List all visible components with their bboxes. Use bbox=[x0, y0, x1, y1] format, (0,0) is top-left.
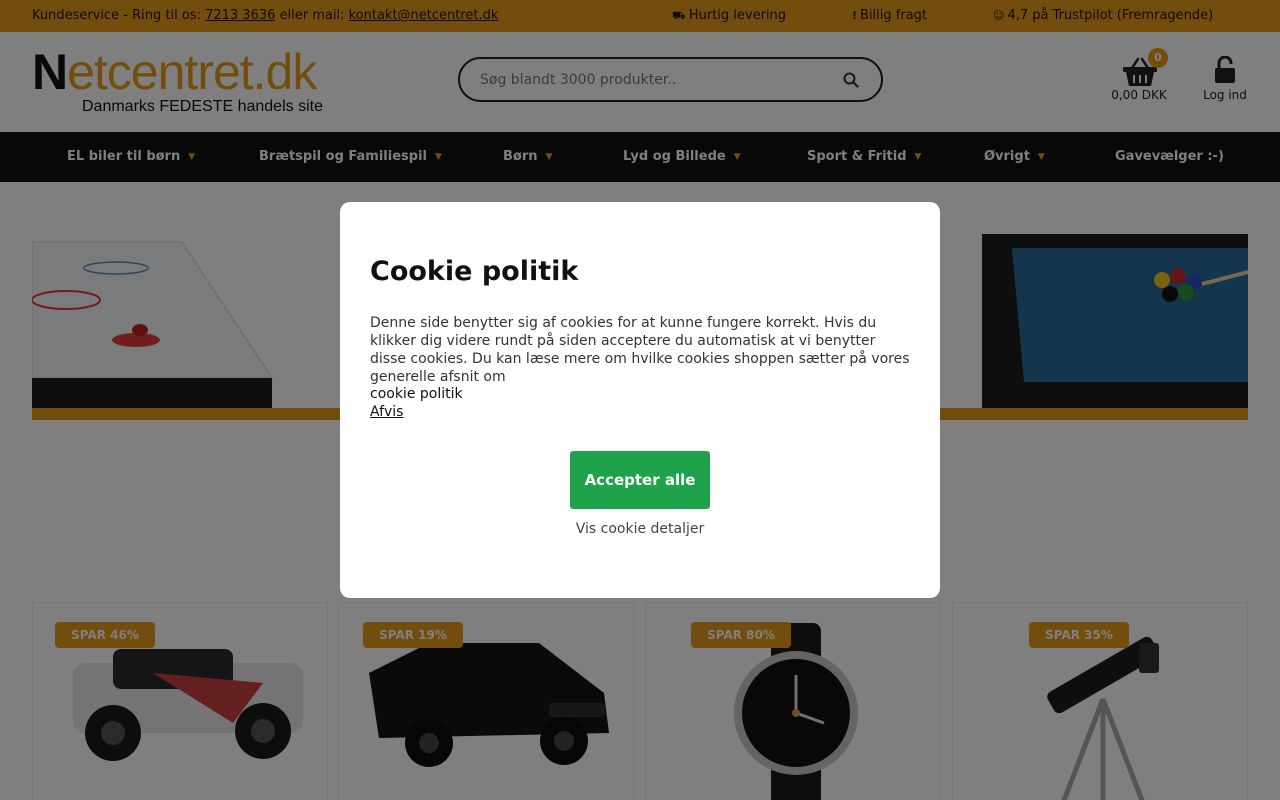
modal-title: Cookie politik bbox=[370, 256, 579, 287]
modal-body-text: Denne side benytter sig af cookies for a… bbox=[370, 315, 910, 385]
cookie-policy-link[interactable]: cookie politik bbox=[370, 386, 463, 402]
cookie-modal: Cookie politik Denne side benytter sig a… bbox=[340, 202, 940, 598]
accept-all-button[interactable]: Accepter alle bbox=[570, 451, 710, 509]
reject-link[interactable]: Afvis bbox=[370, 404, 403, 420]
cookie-details-link[interactable]: Vis cookie detaljer bbox=[340, 521, 940, 537]
